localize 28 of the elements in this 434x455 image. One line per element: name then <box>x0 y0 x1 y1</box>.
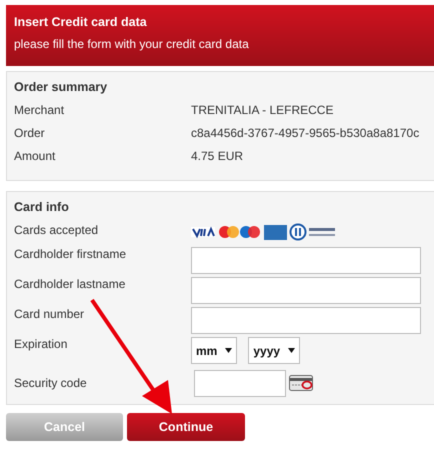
month-dropdown[interactable]: mm <box>191 337 238 364</box>
caret-icon <box>288 348 296 353</box>
field-label: Order <box>14 126 46 142</box>
field-label: Cardholder lastname <box>14 277 126 291</box>
page-subtitle: please fill the form with your credit card data <box>14 37 250 51</box>
continue-button[interactable]: Continue <box>127 413 245 441</box>
page-title: Insert Credit card data <box>14 15 148 29</box>
section-title: Order summary <box>14 80 108 94</box>
field-label: Cardholder firstname <box>14 247 128 261</box>
caret-icon <box>225 348 232 353</box>
security-code-field[interactable] <box>194 370 286 396</box>
field-label: Cards accepted <box>14 223 100 237</box>
field-value: c8a4456d-3767-4957-9565-b530a8a8170c <box>191 126 420 142</box>
text-input-field[interactable] <box>191 307 421 334</box>
text-input-field[interactable] <box>191 277 421 304</box>
field-label: Amount <box>14 149 56 165</box>
card-back-icon <box>289 375 313 391</box>
field-label: Merchant <box>14 103 66 119</box>
field-value: 4.75 EUR <box>191 149 244 165</box>
field-label: Expiration <box>14 337 68 351</box>
year-dropdown[interactable]: yyyy <box>248 337 300 364</box>
field-label: Security code <box>14 376 88 390</box>
mastercard-logo-icon <box>219 226 239 238</box>
text-input-field[interactable] <box>191 247 421 274</box>
field-label: Card number <box>14 307 86 321</box>
field-value: TRENITALIA - LEFRECCE <box>191 103 334 119</box>
section-title: Card info <box>14 200 70 214</box>
maestro-logo-icon <box>240 226 260 238</box>
